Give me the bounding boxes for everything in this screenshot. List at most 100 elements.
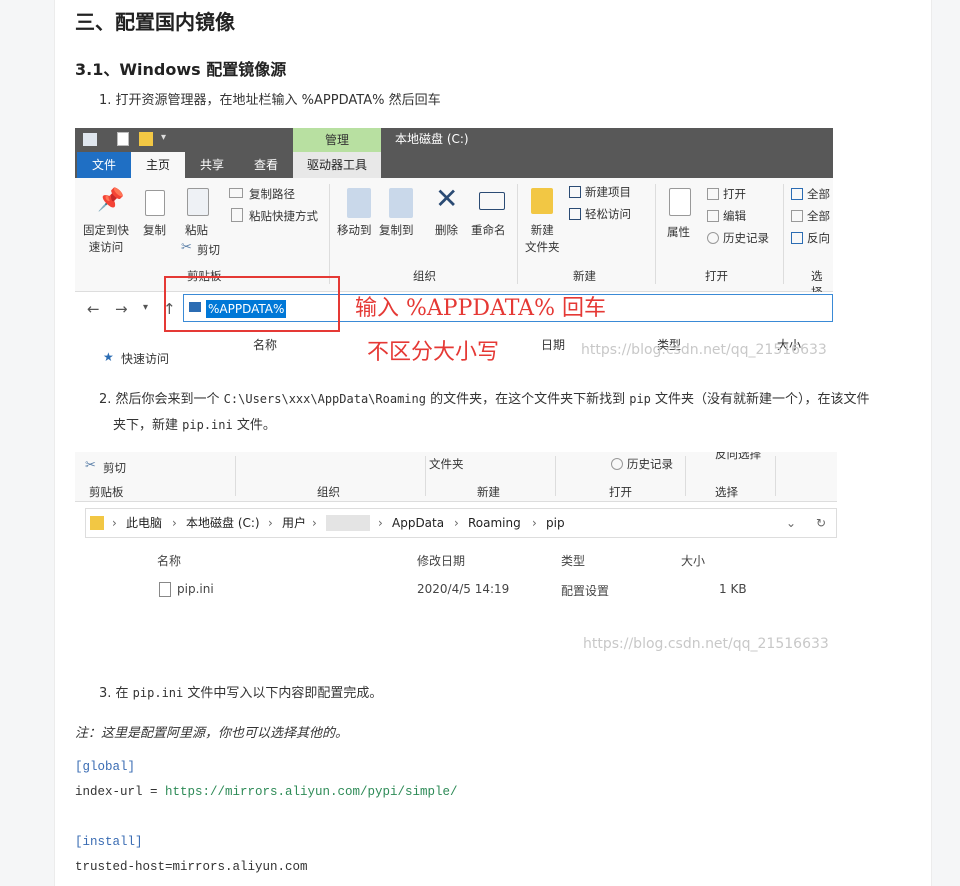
- ribbon-divider: [329, 184, 330, 284]
- copy-path-button[interactable]: 复制路径: [249, 186, 295, 202]
- step-2-line-1: 2. 然后你会来到一个 C:\Users\xxx\AppData\Roaming…: [99, 386, 870, 413]
- file-name[interactable]: pip.ini: [177, 582, 214, 596]
- tab-file[interactable]: 文件: [77, 152, 131, 178]
- chevron-down-icon[interactable]: ⌄: [786, 509, 796, 537]
- tab-drive-tools[interactable]: 驱动器工具: [293, 152, 381, 178]
- ribbon-divider: [555, 456, 556, 496]
- back-arrow-icon[interactable]: ←: [87, 300, 100, 318]
- history-button[interactable]: 历史记录: [723, 230, 769, 246]
- column-header-type[interactable]: 类型: [561, 552, 585, 569]
- step-2-line-2: 夹下，新建 pip.ini 文件。: [113, 412, 276, 439]
- step-2-pip: pip: [629, 392, 651, 406]
- code-trusted-host: trusted-host=mirrors.aliyun.com: [75, 860, 308, 874]
- annotation-case-insensitive: 不区分大小写: [367, 340, 500, 365]
- properties-button[interactable]: 属性: [667, 224, 690, 240]
- subsection-heading: 3.1、Windows 配置镜像源: [75, 60, 287, 79]
- paste-button[interactable]: 粘贴: [185, 222, 208, 238]
- tab-home[interactable]: 主页: [131, 152, 185, 178]
- chevron-right-icon: ›: [268, 516, 273, 530]
- invert-selection-button[interactable]: 反向选择: [715, 452, 761, 462]
- edit-button[interactable]: 编辑: [723, 208, 746, 224]
- column-header-date[interactable]: 日期: [541, 336, 565, 353]
- breadcrumb-this-pc[interactable]: 此电脑: [126, 509, 162, 537]
- new-item-button[interactable]: 新建项目: [585, 184, 631, 200]
- ribbon-divider: [517, 184, 518, 284]
- paste-icon: [187, 188, 209, 216]
- note-text: 注：这里是配置阿里源，你也可以选择其他的。: [75, 726, 349, 741]
- breadcrumb-users[interactable]: 用户: [282, 509, 306, 537]
- quick-access-nav-item[interactable]: 快速访问: [121, 350, 169, 367]
- cut-button[interactable]: 剪切: [103, 460, 126, 476]
- invert-selection-icon: [791, 232, 803, 244]
- column-header-size[interactable]: 大小: [681, 552, 705, 569]
- history-icon: [611, 458, 623, 470]
- group-select-label: 选择: [715, 485, 738, 499]
- breadcrumb-pip[interactable]: pip: [546, 509, 565, 537]
- copy-to-button[interactable]: 复制到: [379, 222, 414, 238]
- file-type: 配置设置: [561, 584, 610, 598]
- explorer-icon: [83, 133, 97, 146]
- chevron-right-icon: ›: [172, 516, 177, 530]
- paste-shortcut-button[interactable]: 粘贴快捷方式: [249, 208, 318, 224]
- ribbon-tabs: 文件 主页 共享 查看 驱动器工具: [75, 152, 833, 178]
- ribbon-fragment: ✂ 剪切 文件夹 历史记录 反向选择 剪贴板 组织 新建 打开 选择: [75, 452, 837, 502]
- explorer-titlebar: ▾ 管理 本地磁盘 (C:): [75, 128, 833, 152]
- properties-icon: [669, 188, 691, 216]
- cut-button[interactable]: 剪切: [197, 242, 220, 258]
- select-none-button[interactable]: 全部: [807, 208, 830, 224]
- watermark: https://blog.csdn.net/qq_21516633: [581, 342, 827, 358]
- file-date: 2020/4/5 14:19: [417, 582, 510, 596]
- group-organize-label: 组织: [317, 485, 340, 499]
- breadcrumb-roaming[interactable]: Roaming: [468, 509, 521, 537]
- ribbon-divider: [685, 456, 686, 496]
- annotation-enter-appdata: 输入 %APPDATA% 回车: [355, 296, 606, 321]
- copy-to-icon: [389, 188, 413, 218]
- delete-button[interactable]: 删除: [435, 222, 458, 238]
- step-3-text-b: 文件中写入以下内容即配置完成。: [183, 686, 383, 701]
- select-all-button[interactable]: 全部: [807, 186, 830, 202]
- forward-arrow-icon[interactable]: →: [115, 300, 128, 318]
- tab-view[interactable]: 查看: [239, 152, 293, 178]
- new-item-icon: [569, 186, 581, 198]
- open-icon: [707, 188, 719, 200]
- code-index-key: index-url =: [75, 785, 166, 799]
- breadcrumb-local-disk[interactable]: 本地磁盘 (C:): [186, 509, 260, 537]
- step-2-text-d: 夹下，新建: [113, 418, 183, 433]
- easy-access-button[interactable]: 轻松访问: [585, 206, 631, 222]
- watermark: https://blog.csdn.net/qq_21516633: [583, 636, 829, 652]
- star-icon: ★: [103, 350, 114, 364]
- step-3-text: 3. 在 pip.ini 文件中写入以下内容即配置完成。: [99, 680, 382, 707]
- breadcrumb-appdata[interactable]: AppData: [392, 509, 444, 537]
- explorer-screenshot-2: ✂ 剪切 文件夹 历史记录 反向选择 剪贴板 组织 新建 打开 选择 此电脑 本…: [75, 452, 837, 662]
- step-2-text-a: 2. 然后你会来到一个: [99, 392, 224, 407]
- select-all-icon: [791, 188, 803, 200]
- column-header-date[interactable]: 修改日期: [417, 552, 465, 569]
- section-heading: 三、配置国内镜像: [75, 10, 235, 34]
- open-button[interactable]: 打开: [723, 186, 746, 202]
- chevron-right-icon: ›: [312, 516, 317, 530]
- rename-button[interactable]: 重命名: [471, 222, 506, 238]
- chevron-right-icon: ›: [378, 516, 383, 530]
- explorer-screenshot-1: ▾ 管理 本地磁盘 (C:) 文件 主页 共享 查看 驱动器工具 📌 固定到快 …: [75, 128, 833, 370]
- history-button[interactable]: 历史记录: [627, 456, 673, 472]
- column-header-name[interactable]: 名称: [253, 336, 277, 353]
- ribbon-divider: [775, 456, 776, 496]
- invert-selection-button[interactable]: 反向: [807, 230, 830, 246]
- folder-icon: [90, 516, 104, 530]
- step-2-ini: pip.ini: [182, 418, 233, 432]
- manage-context-tab[interactable]: 管理: [293, 128, 381, 152]
- pin-quick-access-button[interactable]: 固定到快 速访问: [83, 222, 129, 256]
- recent-chevron-icon[interactable]: ▾: [143, 302, 148, 313]
- move-to-button[interactable]: 移动到: [337, 222, 372, 238]
- column-header-name[interactable]: 名称: [157, 552, 181, 569]
- refresh-icon[interactable]: ↻: [816, 509, 826, 537]
- step-2-path: C:\Users\xxx\AppData\Roaming: [223, 392, 426, 406]
- group-open-label: 打开: [705, 269, 728, 283]
- copy-button[interactable]: 复制: [143, 222, 166, 238]
- new-folder-button[interactable]: 新建 文件夹: [525, 222, 560, 256]
- new-folder-icon: [531, 188, 553, 214]
- breadcrumb[interactable]: 此电脑 本地磁盘 (C:) 用户 AppData Roaming pip › ›…: [85, 508, 837, 538]
- tab-share[interactable]: 共享: [185, 152, 239, 178]
- folder-label: 文件夹: [429, 457, 464, 471]
- code-index-url-line: index-url = https://mirrors.aliyun.com/p…: [75, 785, 458, 799]
